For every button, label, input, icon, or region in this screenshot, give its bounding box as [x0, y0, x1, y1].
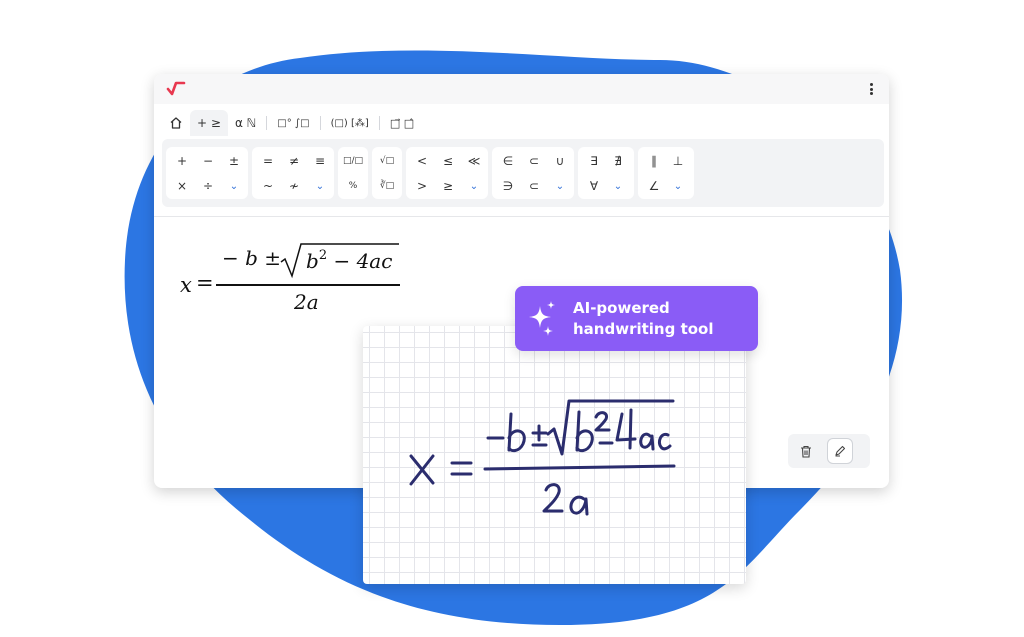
- symbol-button[interactable]: ∥: [642, 149, 666, 173]
- tab-brackets-matrix[interactable]: (□) [⁂]: [324, 110, 376, 136]
- rendered-formula[interactable]: x = − b ± b2 − 4ac 2a: [178, 240, 408, 320]
- title-bar: [154, 74, 889, 104]
- tab-divider: [378, 116, 380, 130]
- tab-calculus-label: □° ∫□: [277, 117, 310, 129]
- symbol-button[interactable]: ∈: [496, 149, 520, 173]
- symbol-button[interactable]: ≡: [308, 149, 332, 173]
- pen-edit-icon[interactable]: [828, 439, 852, 463]
- fraction-button[interactable]: □/□: [341, 149, 365, 173]
- symbol-button[interactable]: ∋: [496, 174, 520, 198]
- sqrt-button[interactable]: √□: [375, 149, 399, 173]
- tab-letters[interactable]: α ℕ: [228, 110, 263, 136]
- palette-group-quantifiers: ∃ ∄ ∀ ⌄: [578, 147, 634, 199]
- trash-icon[interactable]: [794, 439, 818, 463]
- symbol-button[interactable]: ⊂: [522, 174, 546, 198]
- radicand-b: b: [306, 249, 319, 273]
- formula-equals: =: [196, 271, 214, 295]
- badge-text: AI-powered handwriting tool: [573, 298, 753, 340]
- symbol-button[interactable]: ≥: [436, 174, 460, 198]
- symbol-button[interactable]: ≁: [282, 174, 306, 198]
- formula-numerator: − b ±: [222, 246, 281, 270]
- tab-operators[interactable]: + ≥: [190, 110, 228, 136]
- fraction-bar: [216, 284, 400, 286]
- chevron-down-icon[interactable]: ⌄: [606, 174, 630, 198]
- symbol-button[interactable]: ⊂: [522, 149, 546, 173]
- handwriting-pad[interactable]: [363, 326, 746, 584]
- tab-calculus[interactable]: □° ∫□: [270, 110, 316, 136]
- chevron-down-icon[interactable]: ⌄: [666, 174, 690, 198]
- symbol-button[interactable]: ∄: [606, 149, 630, 173]
- tab-accents[interactable]: □⃗ □̂: [383, 110, 421, 136]
- palette-group-fraction: □/□ %: [338, 147, 368, 199]
- symbol-button[interactable]: ÷: [196, 174, 220, 198]
- formula-lhs: x: [180, 273, 192, 297]
- radicand-rest: − 4ac: [333, 249, 393, 273]
- symbol-palette: + − ± × ÷ ⌄ = ≠ ≡ ~ ≁ ⌄ □/□ % √□ ∛□ < ≤ …: [162, 139, 884, 207]
- tab-accents-label: □⃗ □̂: [389, 116, 415, 130]
- symbol-button[interactable]: ∠: [642, 174, 666, 198]
- palette-group-sets: ∈ ⊂ ∪ ∋ ⊂ ⌄: [492, 147, 574, 199]
- denominator-text: 2a: [294, 290, 319, 314]
- formula-denominator: 2a: [294, 290, 319, 314]
- ai-handwriting-badge: AI-powered handwriting tool: [515, 286, 758, 351]
- percent-button[interactable]: %: [341, 174, 365, 198]
- symbol-button[interactable]: +: [170, 149, 194, 173]
- symbol-button[interactable]: ∀: [582, 174, 606, 198]
- symbol-button[interactable]: ∪: [548, 149, 572, 173]
- symbol-button[interactable]: ≤: [436, 149, 460, 173]
- formula-radicand: b2 − 4ac: [306, 248, 392, 273]
- tab-divider: [319, 116, 321, 130]
- chevron-down-icon[interactable]: ⌄: [308, 174, 332, 198]
- symbol-button[interactable]: ∃: [582, 149, 606, 173]
- palette-tabs: + ≥ α ℕ □° ∫□ (□) [⁂] □⃗ □̂: [162, 110, 421, 136]
- badge-line-2: handwriting tool: [573, 320, 714, 338]
- tab-home[interactable]: [162, 110, 190, 136]
- tab-divider: [266, 116, 268, 130]
- symbol-button[interactable]: ≠: [282, 149, 306, 173]
- home-icon: [170, 117, 182, 129]
- handwritten-formula: [409, 399, 676, 516]
- symbol-button[interactable]: ~: [256, 174, 280, 198]
- chevron-down-icon[interactable]: ⌄: [462, 174, 486, 198]
- symbol-button[interactable]: ⊥: [666, 149, 690, 173]
- symbol-button[interactable]: ±: [222, 149, 246, 173]
- symbol-button[interactable]: −: [196, 149, 220, 173]
- chevron-down-icon[interactable]: ⌄: [222, 174, 246, 198]
- symbol-button[interactable]: <: [410, 149, 434, 173]
- toolbar-divider: [154, 216, 889, 217]
- palette-group-geometry: ∥ ⊥ ∠ ⌄: [638, 147, 694, 199]
- cube-root-button[interactable]: ∛□: [375, 174, 399, 198]
- sparkle-icon: [529, 301, 555, 336]
- symbol-button[interactable]: >: [410, 174, 434, 198]
- palette-group-equality: = ≠ ≡ ~ ≁ ⌄: [252, 147, 334, 199]
- palette-group-arithmetic: + − ± × ÷ ⌄: [166, 147, 248, 199]
- kebab-menu-icon[interactable]: [867, 81, 875, 97]
- badge-line-1: AI-powered: [573, 299, 670, 317]
- tab-letters-label: α ℕ: [234, 116, 257, 130]
- symbol-button[interactable]: =: [256, 149, 280, 173]
- symbol-button[interactable]: ≪: [462, 149, 486, 173]
- tab-operators-label: + ≥: [197, 116, 221, 130]
- square-root-logo-icon: [166, 81, 186, 96]
- symbol-button[interactable]: ×: [170, 174, 194, 198]
- canvas-tools: [788, 434, 870, 468]
- chevron-down-icon[interactable]: ⌄: [548, 174, 572, 198]
- formula-minus-b: − b ±: [222, 246, 282, 270]
- palette-group-inequality: < ≤ ≪ > ≥ ⌄: [406, 147, 488, 199]
- palette-group-roots: √□ ∛□: [372, 147, 402, 199]
- tab-brackets-label: (□) [⁂]: [330, 117, 369, 129]
- radicand-exponent: 2: [318, 248, 328, 263]
